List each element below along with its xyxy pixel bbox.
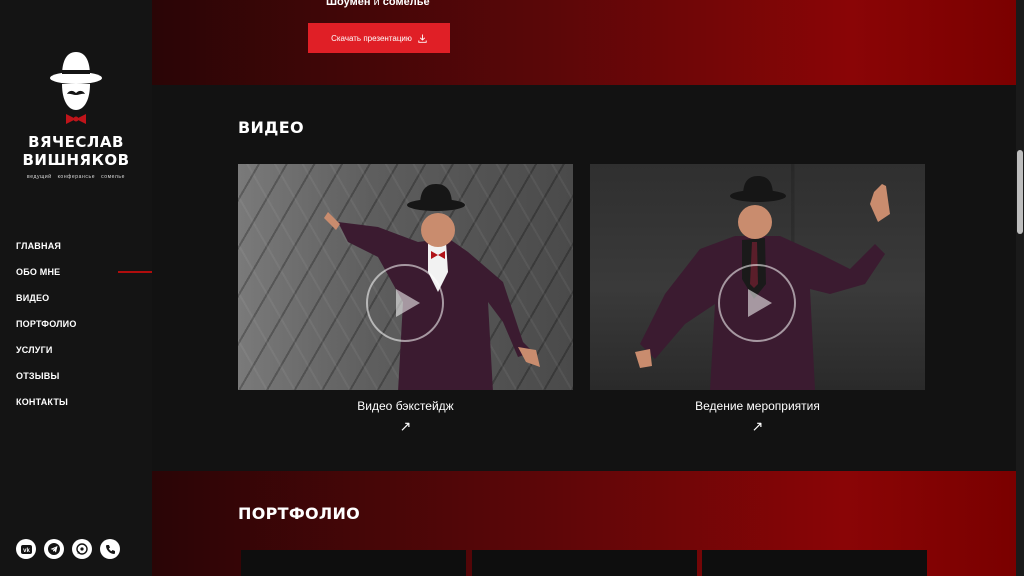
telegram-icon[interactable] (44, 539, 64, 559)
video-caption-backstage[interactable]: Видео бэкстейдж (238, 399, 573, 413)
nav-active-indicator (118, 271, 152, 273)
scrollbar-track[interactable] (1016, 0, 1024, 576)
download-icon (418, 34, 427, 43)
nav-item-portfolio[interactable]: ПОРТФОЛИО (16, 316, 77, 342)
svg-text:vk: vk (23, 548, 30, 554)
logo-subtitle: ведущий конферансье сомелье (27, 174, 125, 180)
play-icon[interactable] (366, 264, 444, 342)
vk-icon[interactable]: vk (16, 539, 36, 559)
tagline-word-2: сомелье (382, 0, 430, 8)
portfolio-thumbnail[interactable] (241, 550, 466, 576)
social-links: vk (16, 539, 120, 559)
tagline-word-1: Шоумен (326, 0, 371, 8)
main-nav: ГЛАВНАЯ ОБО МНЕ ВИДЕО ПОРТФОЛИО УСЛУГИ О… (16, 238, 77, 420)
download-presentation-button[interactable]: Скачать презентацию (308, 23, 450, 53)
play-icon[interactable] (718, 264, 796, 342)
nav-item-video[interactable]: ВИДЕО (16, 290, 77, 316)
video-caption-event-hosting[interactable]: Ведение мероприятия (590, 399, 925, 413)
hero-tagline: Шоумен и сомелье (326, 0, 430, 8)
logo[interactable]: ВЯЧЕСЛАВ ВИШНЯКОВ ведущий конферансье со… (0, 50, 152, 180)
gentleman-logo-icon (50, 52, 102, 124)
video-card-event-hosting[interactable] (590, 164, 925, 390)
phone-icon[interactable] (100, 539, 120, 559)
video-card-backstage[interactable] (238, 164, 573, 390)
sidebar: ВЯЧЕСЛАВ ВИШНЯКОВ ведущий конферансье со… (0, 0, 152, 576)
portfolio-thumbnail[interactable] (472, 550, 697, 576)
hero-band (152, 0, 1024, 85)
tagline-conjunction: и (370, 0, 383, 8)
nav-item-services[interactable]: УСЛУГИ (16, 342, 77, 368)
nav-item-home[interactable]: ГЛАВНАЯ (16, 238, 77, 264)
nav-item-contacts[interactable]: КОНТАКТЫ (16, 394, 77, 420)
whatsapp-icon[interactable] (72, 539, 92, 559)
portfolio-thumbnail[interactable] (702, 550, 927, 576)
download-button-label: Скачать презентацию (331, 33, 412, 43)
portfolio-section-title: ПОРТФОЛИО (238, 504, 361, 523)
arrow-up-right-icon[interactable]: ↗ (590, 418, 925, 435)
logo-name-line2: ВИШНЯКОВ (22, 151, 130, 169)
logo-name: ВЯЧЕСЛАВ ВИШНЯКОВ (0, 133, 152, 169)
logo-name-line1: ВЯЧЕСЛАВ (28, 133, 124, 151)
nav-item-about[interactable]: ОБО МНЕ (16, 264, 77, 290)
scrollbar-thumb[interactable] (1017, 150, 1023, 234)
nav-item-reviews[interactable]: ОТЗЫВЫ (16, 368, 77, 394)
video-section-title: ВИДЕО (238, 118, 304, 137)
arrow-up-right-icon[interactable]: ↗ (238, 418, 573, 435)
